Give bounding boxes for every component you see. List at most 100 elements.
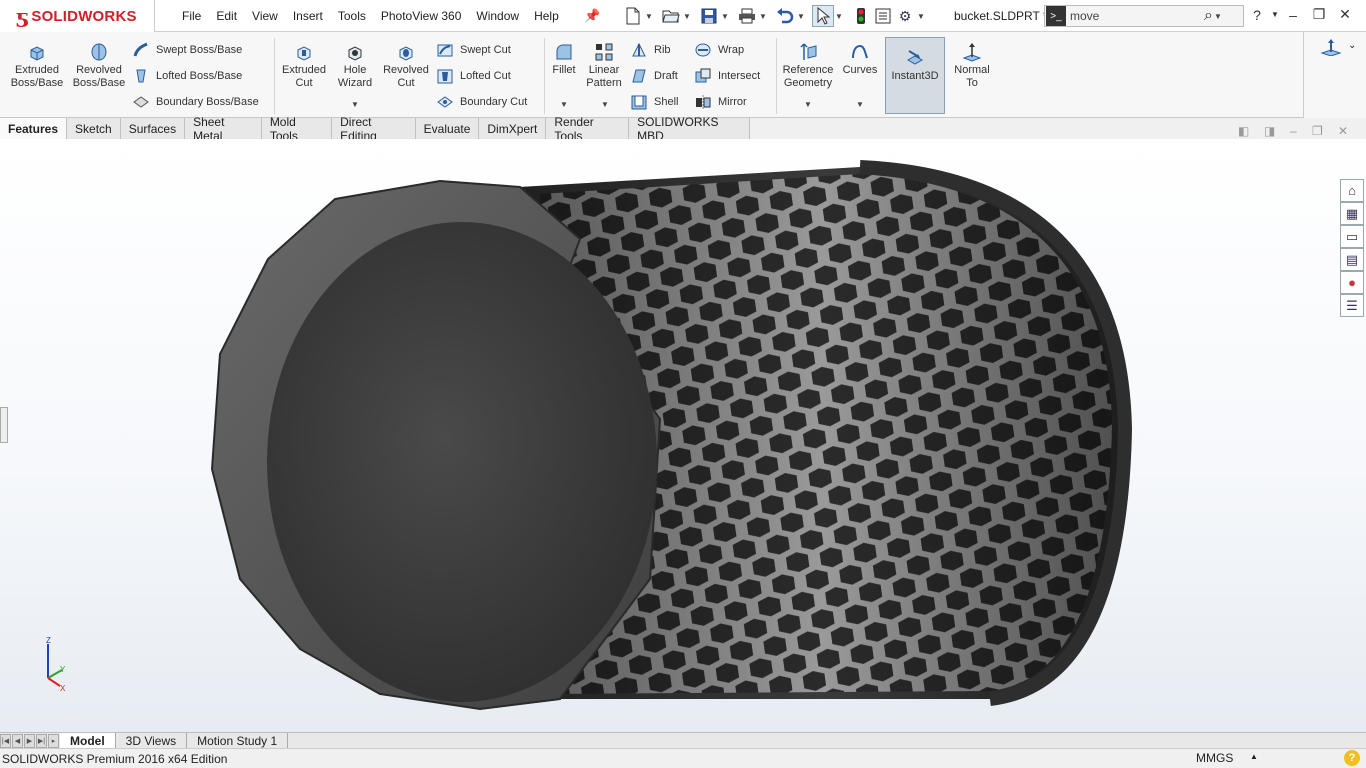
linear-pattern-dropdown-arrow[interactable]: ▼ xyxy=(601,100,609,109)
menu-file[interactable]: File xyxy=(182,9,201,23)
hole-wizard-dropdown-arrow[interactable]: ▼ xyxy=(351,100,359,109)
extruded-boss-button[interactable]: Extruded Boss/Base xyxy=(8,42,66,90)
revolved-boss-button[interactable]: Revolved Boss/Base xyxy=(70,42,128,90)
prev-tab-button[interactable]: ◀ xyxy=(12,733,23,748)
options-dropdown-arrow[interactable]: ▼ xyxy=(916,12,926,21)
extruded-cut-button[interactable]: Extruded Cut xyxy=(278,42,330,90)
tab-solidworks-mbd[interactable]: SOLIDWORKS MBD xyxy=(629,115,750,143)
linear-pattern-button[interactable]: Linear Pattern xyxy=(584,42,624,90)
file-properties-icon[interactable] xyxy=(872,5,894,27)
tab-features[interactable]: Features xyxy=(0,118,68,139)
minimize-button[interactable]: – xyxy=(1280,7,1306,23)
search-icon[interactable]: ⌕ xyxy=(1204,7,1213,25)
wrap-button[interactable]: Wrap xyxy=(694,40,744,60)
intersect-button[interactable]: Intersect xyxy=(694,66,760,86)
last-tab-button[interactable]: ▶| xyxy=(36,733,47,748)
select-cursor-icon[interactable] xyxy=(812,5,834,27)
help-question-icon[interactable]: ? xyxy=(1244,7,1270,23)
curves-dropdown-arrow[interactable]: ▼ xyxy=(856,100,864,109)
swept-cut-button[interactable]: Swept Cut xyxy=(436,40,511,60)
revolved-cut-button[interactable]: Revolved Cut xyxy=(380,42,432,90)
view-orientation-icon[interactable] xyxy=(1320,38,1342,56)
unit-system-arrow[interactable]: ▲ xyxy=(1250,752,1258,761)
swept-boss-button[interactable]: Swept Boss/Base xyxy=(132,40,242,60)
instant3d-button[interactable]: Instant3D xyxy=(885,37,945,114)
pin-icon[interactable]: 📌 xyxy=(584,8,600,23)
shell-button[interactable]: Shell xyxy=(630,92,678,112)
draft-button[interactable]: Draft xyxy=(630,66,678,86)
next-tab-button[interactable]: ▶ xyxy=(24,733,35,748)
menu-edit[interactable]: Edit xyxy=(216,9,237,23)
options-gear-icon[interactable]: ⚙ xyxy=(894,5,916,27)
new-document-icon[interactable] xyxy=(622,5,644,27)
print-icon[interactable] xyxy=(736,5,758,27)
tab-mold-tools[interactable]: Mold Tools xyxy=(261,115,333,143)
restore-button[interactable]: ❐ xyxy=(1306,6,1332,23)
viewport-minimize-button[interactable]: – xyxy=(1290,124,1312,138)
save-icon[interactable] xyxy=(698,5,720,27)
tab-model[interactable]: Model xyxy=(60,732,116,749)
view-orientation-chevron-icon[interactable]: ⌄ xyxy=(1348,40,1356,51)
curves-button[interactable]: Curves xyxy=(840,42,880,77)
custom-properties-icon[interactable]: ☰ xyxy=(1340,294,1364,317)
tab-scroll-button[interactable]: ▸ xyxy=(48,733,59,748)
tab-sketch[interactable]: Sketch xyxy=(67,118,121,139)
tab-motion-study[interactable]: Motion Study 1 xyxy=(187,732,289,749)
tab-3d-views[interactable]: 3D Views xyxy=(116,732,188,749)
open-dropdown-arrow[interactable]: ▼ xyxy=(682,12,692,21)
close-button[interactable]: ✕ xyxy=(1332,6,1358,23)
fillet-button[interactable]: Fillet xyxy=(548,42,580,77)
menu-help[interactable]: Help xyxy=(534,9,559,23)
rib-button[interactable]: Rib xyxy=(630,40,671,60)
search-input[interactable] xyxy=(1070,9,1200,23)
lofted-cut-button[interactable]: Lofted Cut xyxy=(436,66,511,86)
menu-tools[interactable]: Tools xyxy=(338,9,366,23)
appearances-icon[interactable]: ● xyxy=(1340,271,1364,294)
hole-wizard-button[interactable]: Hole Wizard xyxy=(332,42,378,90)
unit-system[interactable]: MMGS xyxy=(1196,751,1233,765)
boundary-boss-button[interactable]: Boundary Boss/Base xyxy=(132,92,259,112)
new-dropdown-arrow[interactable]: ▼ xyxy=(644,12,654,21)
rebuild-traffic-light-icon[interactable] xyxy=(850,5,872,27)
reference-geometry-button[interactable]: Reference Geometry xyxy=(780,42,836,90)
viewport-close-button[interactable]: ✕ xyxy=(1338,124,1354,138)
view-palette-icon[interactable]: ▤ xyxy=(1340,248,1364,271)
file-explorer-icon[interactable]: ▭ xyxy=(1340,225,1364,248)
home-icon[interactable]: ⌂ xyxy=(1340,179,1364,202)
feature-tree-collapse-handle[interactable] xyxy=(0,407,8,443)
save-dropdown-arrow[interactable]: ▼ xyxy=(720,12,730,21)
tab-dimxpert[interactable]: DimXpert xyxy=(479,118,547,139)
tab-direct-editing[interactable]: Direct Editing xyxy=(332,115,416,143)
menu-insert[interactable]: Insert xyxy=(293,9,323,23)
tile-right-icon[interactable]: ◨ xyxy=(1264,124,1290,138)
tooltip-help-icon[interactable]: ? xyxy=(1344,750,1360,766)
reference-geometry-dropdown-arrow[interactable]: ▼ xyxy=(804,100,812,109)
fillet-dropdown-arrow[interactable]: ▼ xyxy=(560,100,568,109)
viewport-restore-button[interactable]: ❐ xyxy=(1312,124,1338,138)
command-search-box[interactable]: >_ ⌕ ▼ xyxy=(1044,5,1244,27)
menu-photoview[interactable]: PhotoView 360 xyxy=(381,9,462,23)
tab-surfaces[interactable]: Surfaces xyxy=(120,118,186,139)
search-dropdown-arrow[interactable]: ▼ xyxy=(1213,12,1223,21)
undo-dropdown-arrow[interactable]: ▼ xyxy=(796,12,806,21)
lofted-boss-button[interactable]: Lofted Boss/Base xyxy=(132,66,242,86)
design-library-icon[interactable]: ▦ xyxy=(1340,202,1364,225)
tab-evaluate[interactable]: Evaluate xyxy=(415,118,480,139)
graphics-area[interactable]: ⌂ ▦ ▭ ▤ ● ☰ Z Y X xyxy=(0,139,1366,732)
menu-view[interactable]: View xyxy=(252,9,278,23)
mirror-button[interactable]: Mirror xyxy=(694,92,747,112)
open-folder-icon[interactable] xyxy=(660,5,682,27)
normal-to-button[interactable]: Normal To xyxy=(950,42,994,90)
solidworks-logo[interactable]: ƽ SOLIDWORKS xyxy=(0,0,155,32)
select-dropdown-arrow[interactable]: ▼ xyxy=(834,12,844,21)
undo-icon[interactable] xyxy=(774,5,796,27)
tab-sheet-metal[interactable]: Sheet Metal xyxy=(185,115,262,143)
tab-render-tools[interactable]: Render Tools xyxy=(546,115,630,143)
tile-left-icon[interactable]: ◧ xyxy=(1238,124,1264,138)
print-dropdown-arrow[interactable]: ▼ xyxy=(758,12,768,21)
help-dropdown-arrow[interactable]: ▼ xyxy=(1270,10,1280,19)
menu-window[interactable]: Window xyxy=(476,9,519,23)
first-tab-button[interactable]: |◀ xyxy=(0,733,11,748)
bucket-model[interactable] xyxy=(0,139,1366,732)
boundary-cut-button[interactable]: Boundary Cut xyxy=(436,92,527,112)
